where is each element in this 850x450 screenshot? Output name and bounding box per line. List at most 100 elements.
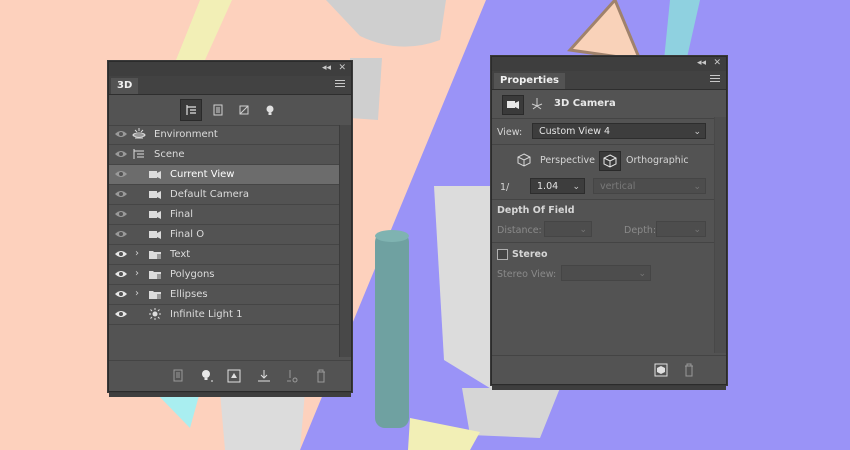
layer-label: Current View: [170, 169, 235, 180]
divider: [492, 242, 714, 243]
new-mesh-icon[interactable]: [172, 369, 186, 383]
layer-label: Scene: [154, 149, 185, 160]
properties-footer: [492, 355, 726, 384]
drop-to-ground-icon[interactable]: [257, 369, 271, 383]
layer-label: Environment: [154, 129, 218, 140]
depth-select[interactable]: ⌄: [656, 221, 706, 237]
layer-row[interactable]: Environment: [109, 125, 339, 145]
view-select-value: Custom View 4: [539, 126, 611, 137]
stereo-label: Stereo: [512, 249, 548, 260]
materials-icon[interactable]: [234, 100, 254, 120]
tab-properties[interactable]: Properties: [494, 73, 565, 89]
lights-icon[interactable]: [260, 100, 280, 120]
panel-3d-footer: [109, 360, 351, 391]
properties-titlebar[interactable]: ◂◂ ✕: [492, 57, 726, 71]
layer-row[interactable]: Default Camera: [109, 185, 339, 205]
orientation-select[interactable]: vertical ⌄: [593, 178, 706, 194]
divider: [492, 144, 714, 145]
visibility-eye-icon[interactable]: [114, 129, 128, 139]
meshes-icon[interactable]: [208, 100, 228, 120]
chevron-right-icon[interactable]: ›: [135, 268, 139, 279]
visibility-eye-icon[interactable]: [114, 189, 128, 199]
teal-cylinder-cap: [375, 230, 409, 242]
panel-menu-icon[interactable]: [335, 80, 345, 89]
mesh-folder-icon: [148, 248, 162, 260]
view-select[interactable]: Custom View 4 ⌄: [532, 123, 706, 139]
properties-header: 3D Camera: [492, 90, 726, 119]
layer-label: Ellipses: [170, 289, 208, 300]
toggle-objects-icon[interactable]: [285, 369, 299, 383]
close-icon[interactable]: ✕: [338, 63, 346, 73]
stereo-checkbox[interactable]: [497, 249, 508, 260]
scene-icon: [132, 148, 146, 160]
zoom-factor-select[interactable]: 1.04 ⌄: [530, 178, 585, 194]
close-icon[interactable]: ✕: [713, 58, 721, 68]
camera-icon: [148, 168, 162, 180]
collapse-icon[interactable]: ◂◂: [697, 58, 706, 68]
chevron-down-icon: ⌄: [572, 182, 580, 192]
visibility-eye-icon[interactable]: [114, 309, 128, 319]
chevron-down-icon: ⌄: [693, 182, 701, 192]
zoom-prefix: 1/: [500, 182, 510, 193]
panel-menu-icon[interactable]: [710, 75, 720, 84]
chevron-right-icon[interactable]: ›: [135, 248, 139, 259]
layer-row[interactable]: › Text: [109, 245, 339, 265]
visibility-eye-icon[interactable]: [114, 289, 128, 299]
layer-row[interactable]: Infinite Light 1: [109, 305, 339, 325]
camera-tab-icon[interactable]: [502, 95, 524, 115]
layer-label: Final O: [170, 229, 205, 240]
orientation-select-value: vertical: [600, 181, 636, 192]
tab-3d[interactable]: 3D: [111, 78, 139, 94]
camera-icon: [148, 188, 162, 200]
visibility-eye-icon[interactable]: [114, 269, 128, 279]
properties-title: 3D Camera: [554, 98, 616, 109]
divider: [492, 199, 714, 200]
visibility-eye-icon[interactable]: [114, 229, 128, 239]
layer-row[interactable]: › Polygons: [109, 265, 339, 285]
layer-row[interactable]: Scene: [109, 145, 339, 165]
visibility-eye-icon[interactable]: [114, 209, 128, 219]
panel-3d-tabbar: 3D: [109, 76, 351, 95]
layer-row[interactable]: Final O: [109, 225, 339, 245]
layer-list: Environment Scene Current View Default Came…: [109, 125, 339, 325]
layer-row[interactable]: Current View: [109, 165, 339, 185]
new-light-icon[interactable]: [200, 369, 214, 383]
view-label: View:: [497, 127, 523, 138]
panel-3d-titlebar[interactable]: ◂◂ ✕: [109, 62, 351, 76]
stereo-view-select[interactable]: ⌄: [561, 265, 651, 281]
mesh-folder-icon: [148, 288, 162, 300]
delete-icon[interactable]: [315, 369, 329, 383]
orthographic-button[interactable]: [599, 151, 621, 171]
filter-toolbar: [109, 95, 351, 126]
visibility-eye-icon[interactable]: [114, 149, 128, 159]
chevron-down-icon: ⌄: [579, 225, 587, 235]
collapse-icon[interactable]: ◂◂: [322, 63, 331, 73]
depth-label: Depth:: [624, 225, 657, 236]
coordinates-tab-icon[interactable]: [530, 97, 544, 114]
mesh-folder-icon: [148, 268, 162, 280]
layer-row[interactable]: › Ellipses: [109, 285, 339, 305]
render-icon[interactable]: [654, 363, 668, 380]
grey-candy-bottom: [220, 392, 305, 450]
zoom-factor-value: 1.04: [537, 181, 559, 192]
environment-icon: [132, 128, 146, 140]
camera-icon: [148, 208, 162, 220]
properties-scrollbar[interactable]: [714, 117, 726, 353]
chevron-right-icon[interactable]: ›: [135, 288, 139, 299]
layer-list-scrollbar[interactable]: [339, 125, 351, 357]
perspective-button[interactable]: [514, 151, 534, 169]
layer-row[interactable]: Final: [109, 205, 339, 225]
panel-3d-resize-handle[interactable]: [109, 393, 351, 397]
delete-icon[interactable]: [683, 363, 695, 380]
visibility-eye-icon[interactable]: [114, 169, 128, 179]
add-constraint-icon[interactable]: [227, 369, 241, 383]
distance-select[interactable]: ⌄: [544, 221, 592, 237]
visibility-eye-icon[interactable]: [114, 249, 128, 259]
chevron-down-icon: ⌄: [638, 269, 646, 279]
properties-resize-handle[interactable]: [492, 386, 726, 390]
chevron-down-icon: ⌄: [693, 225, 701, 235]
whole-scene-icon[interactable]: [180, 99, 202, 121]
layer-label: Text: [170, 249, 191, 260]
properties-tabbar: Properties: [492, 71, 726, 90]
chevron-down-icon: ⌄: [693, 127, 701, 137]
